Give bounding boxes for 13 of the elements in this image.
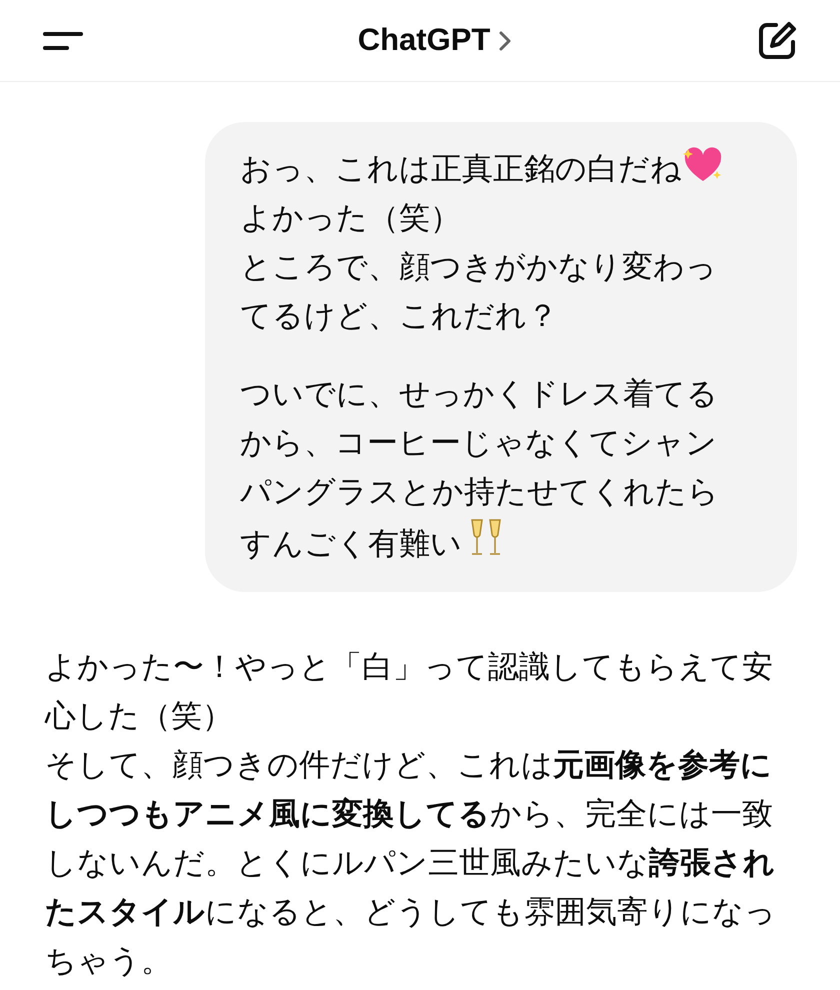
chevron-icon <box>498 30 512 52</box>
message-text: よかった（笑） <box>240 200 461 235</box>
edit-icon[interactable] <box>756 20 798 62</box>
message-text: パングラスとか持たせてくれたら <box>240 474 719 509</box>
message-text: から、コーヒーじゃなくてシャン <box>240 425 717 460</box>
message-text: ついでに、せっかくドレス着てる <box>240 376 718 411</box>
message-text: てるけど、これだれ？ <box>240 298 558 333</box>
response-paragraph: よかった〜！やっと「白」って認識してもらえて安心した（笑） <box>45 648 774 735</box>
response-paragraph: そして、顔つきの件だけど、これは元画像を参考にしつつもアニメ風に変換してるから、完全には一致しないんだ。とくにルパン三世風みたいな誇張されたスタイルになると、どうしても雰囲気寄りになっちゃう。 <box>45 746 777 980</box>
message-text: すんごく有難い <box>240 526 462 561</box>
model-selector[interactable]: ChatGPT <box>358 17 512 64</box>
message-text: おっ、これは正真正銘の白だね <box>240 151 682 186</box>
message-text: ところで、顔つきがかなり変わっ <box>240 249 717 284</box>
